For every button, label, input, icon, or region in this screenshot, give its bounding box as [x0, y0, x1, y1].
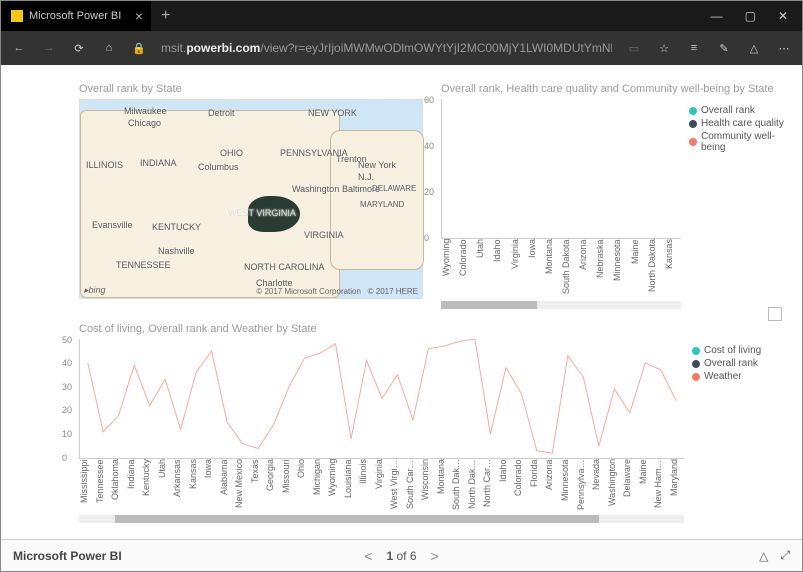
hub-icon[interactable]: ≡	[686, 42, 702, 54]
top-chart-title: Overall rank, Health care quality and Co…	[441, 83, 799, 95]
favorite-icon[interactable]: ☆	[656, 42, 672, 55]
report-footer: Microsoft Power BI < 1 of 6 > △ ⤢	[1, 539, 802, 571]
top-chart-container: Overall rank, Health care quality and Co…	[441, 83, 799, 309]
map-attrib2: © 2017 HERE	[368, 287, 418, 296]
fullscreen-icon[interactable]: ⤢	[780, 548, 790, 563]
focus-mode-icon[interactable]	[768, 307, 782, 321]
notes-icon[interactable]: ✎	[716, 42, 732, 55]
browser-tab[interactable]: Microsoft Power BI ×	[1, 1, 151, 31]
next-page-button[interactable]: >	[431, 548, 439, 564]
window-close-icon[interactable]: ✕	[778, 9, 788, 23]
top-chart-legend: Overall rank Health care quality Communi…	[689, 99, 799, 309]
window-maximize-icon[interactable]: ▢	[745, 9, 756, 23]
window-minimize-icon[interactable]: —	[711, 9, 723, 23]
browser-titlebar: Microsoft Power BI × + — ▢ ✕	[1, 1, 802, 31]
powerbi-logo-icon	[11, 10, 23, 22]
map-visual[interactable]: Milwaukee Chicago Detroit NEW YORK OHIO …	[79, 99, 423, 299]
address-bar[interactable]: msit.powerbi.com/view?r=eyJrIjoiMWMwODlm…	[161, 41, 612, 55]
map-visual-container: Overall rank by State Milwaukee Chicago …	[79, 83, 423, 309]
nav-back-icon[interactable]: ←	[11, 42, 27, 54]
page-current: 1	[386, 549, 393, 563]
nav-forward-icon[interactable]: →	[41, 42, 57, 54]
reading-view-icon[interactable]: ▭	[626, 42, 642, 55]
footer-app-name: Microsoft Power BI	[13, 549, 122, 563]
bottom-chart-legend: Cost of living Overall rank Weather	[692, 339, 782, 523]
tab-close-icon[interactable]: ×	[135, 8, 143, 24]
bing-logo: ▸bing	[84, 285, 106, 296]
share-report-icon[interactable]: △	[759, 549, 768, 563]
more-icon[interactable]: ⋯	[776, 42, 792, 55]
bottom-chart-scrollbar[interactable]	[79, 515, 684, 523]
nav-refresh-icon[interactable]: ⟳	[71, 42, 87, 55]
lock-icon: 🔒	[131, 42, 147, 55]
map-title: Overall rank by State	[79, 83, 423, 95]
report-canvas: Overall rank by State Milwaukee Chicago …	[1, 65, 802, 539]
top-chart-scrollbar[interactable]	[441, 301, 681, 309]
bottom-chart-container: Cost of living, Overall rank and Weather…	[79, 323, 782, 523]
page-navigator: < 1 of 6 >	[364, 548, 438, 564]
nav-home-icon[interactable]: ⌂	[101, 42, 117, 54]
new-tab-button[interactable]: +	[151, 7, 180, 25]
share-icon[interactable]: △	[746, 42, 762, 55]
tab-title: Microsoft Power BI	[29, 10, 121, 22]
map-attrib: © 2017 Microsoft Corporation	[256, 287, 361, 296]
bottom-chart[interactable]: 0 10 20 30 40 50	[79, 339, 684, 459]
bottom-chart-title: Cost of living, Overall rank and Weather…	[79, 323, 782, 335]
top-chart[interactable]: 0 20 40 60	[441, 99, 681, 239]
browser-toolbar: ← → ⟳ ⌂ 🔒 msit.powerbi.com/view?r=eyJrIj…	[1, 31, 802, 65]
prev-page-button[interactable]: <	[364, 548, 372, 564]
page-total: 6	[410, 549, 417, 563]
